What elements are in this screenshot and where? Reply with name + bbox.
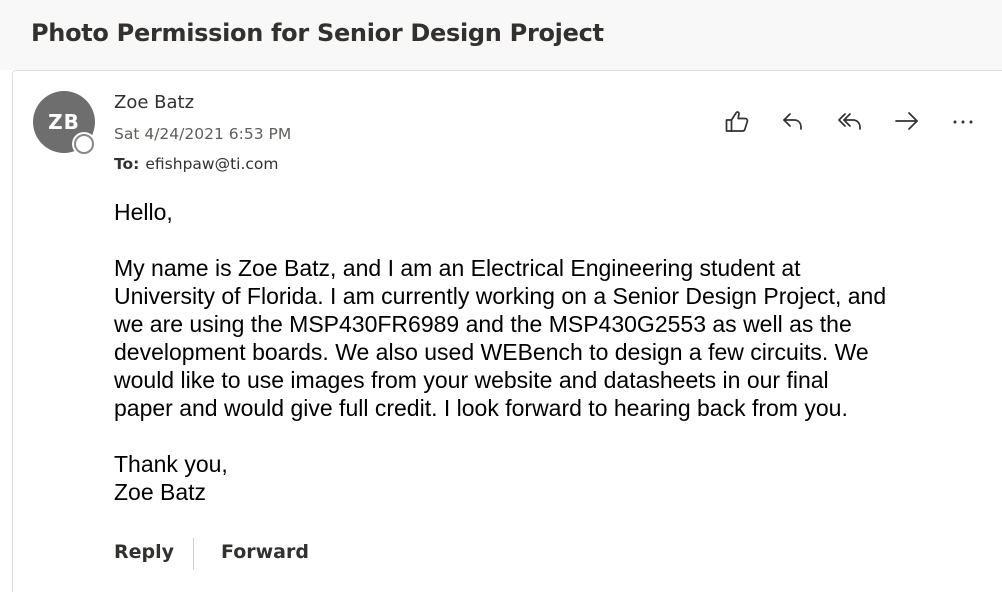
closing: Thank you, xyxy=(114,451,228,477)
body-line: we are using the MSP430FR6989 and the MS… xyxy=(114,311,852,337)
recipient-line: To: efishpaw@ti.com xyxy=(114,155,279,173)
body-line: would like to use images from your websi… xyxy=(114,367,829,393)
body-line: University of Florida. I am currently wo… xyxy=(114,283,887,309)
sender-name[interactable]: Zoe Batz xyxy=(114,92,194,113)
forward-button[interactable]: Forward xyxy=(221,541,309,563)
greeting: Hello, xyxy=(114,199,173,225)
to-label: To: xyxy=(114,155,140,173)
presence-status-icon xyxy=(74,134,94,154)
more-icon xyxy=(953,120,973,124)
footer-divider xyxy=(193,538,194,570)
reply-all-toolbar-button[interactable] xyxy=(833,105,867,137)
like-button[interactable] xyxy=(720,105,754,137)
body-line: My name is Zoe Batz, and I am an Electri… xyxy=(114,255,801,281)
body-line: paper and would give full credit. I look… xyxy=(114,395,848,421)
subject-bar: Photo Permission for Senior Design Proje… xyxy=(0,0,1002,70)
like-icon xyxy=(725,111,749,132)
message-body: Hello, My name is Zoe Batz, and I am an … xyxy=(114,198,994,506)
forward-icon xyxy=(895,112,918,130)
recipient-address[interactable]: efishpaw@ti.com xyxy=(145,155,278,173)
reply-toolbar-button[interactable] xyxy=(776,105,810,137)
sent-date: Sat 4/24/2021 6:53 PM xyxy=(114,125,292,143)
forward-toolbar-button[interactable] xyxy=(890,105,924,137)
reply-button[interactable]: Reply xyxy=(114,541,174,563)
more-actions-button[interactable] xyxy=(946,105,980,137)
signature: Zoe Batz xyxy=(114,479,207,505)
avatar-initials: ZB xyxy=(48,110,80,134)
email-subject: Photo Permission for Senior Design Proje… xyxy=(31,19,604,47)
reply-icon xyxy=(783,113,802,130)
body-line: development boards. We also used WEBench… xyxy=(114,339,869,365)
reply-all-icon xyxy=(838,113,861,130)
